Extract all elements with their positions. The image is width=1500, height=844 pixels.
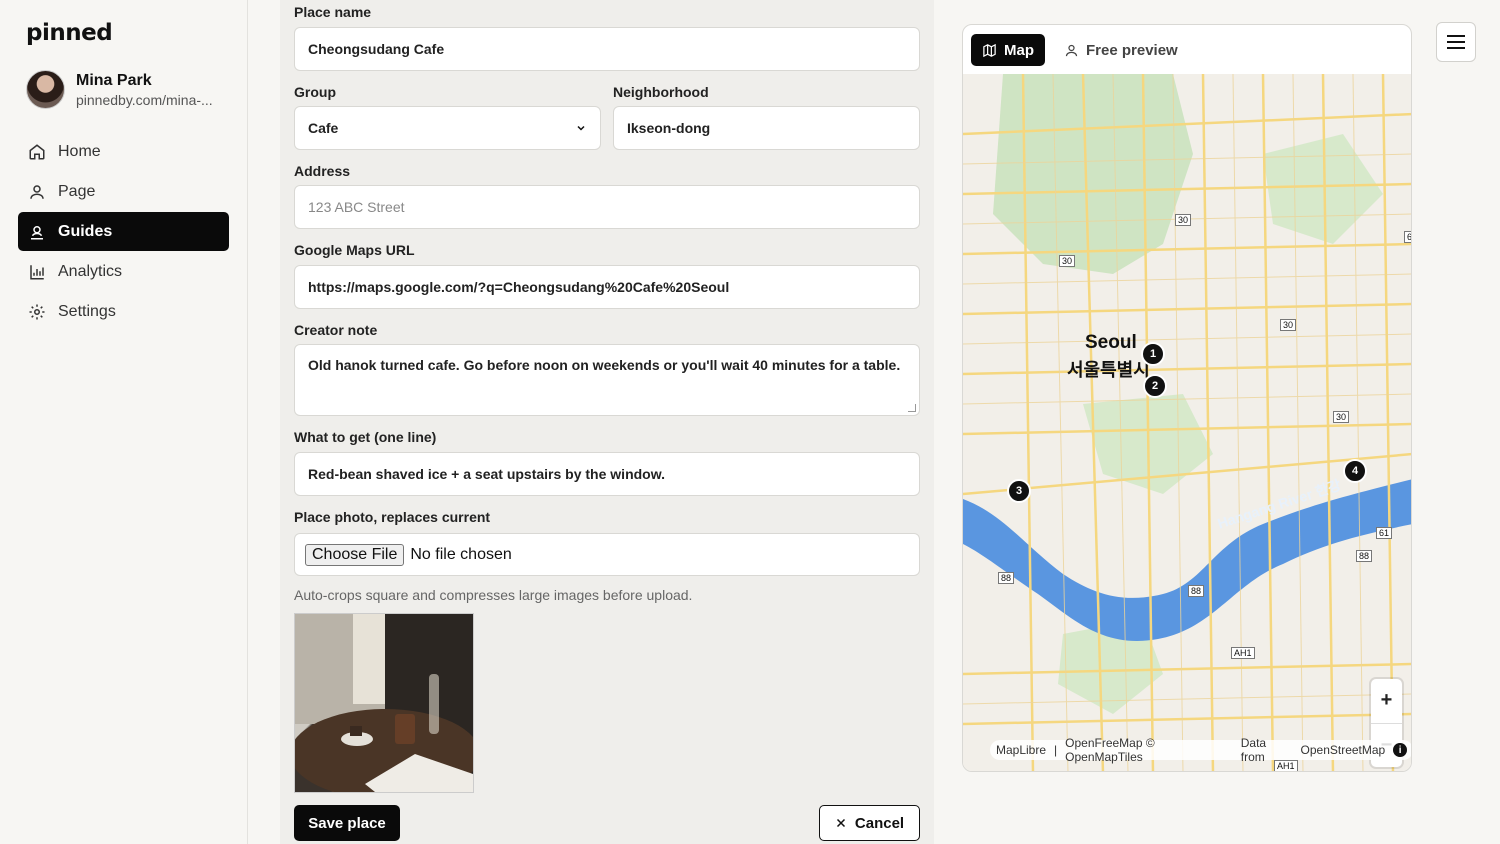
current-place-photo — [294, 613, 474, 793]
creator-note-value: Old hanok turned cafe. Go before noon on… — [308, 357, 901, 373]
city-label-en: Seoul — [1085, 332, 1137, 353]
attribution-separator: | — [1054, 743, 1058, 757]
route-shield: 88 — [1188, 585, 1205, 597]
user-icon — [1065, 44, 1078, 56]
avatar — [26, 70, 65, 109]
profile-name: Mina Park — [76, 71, 152, 89]
save-place-button[interactable]: Save place — [294, 805, 400, 841]
file-status: No file chosen — [410, 545, 512, 563]
group-label: Group — [294, 84, 336, 100]
sidebar-nav: Home Page Guides Analytics Settings — [18, 132, 229, 332]
creator-note-textarea[interactable]: Old hanok turned cafe. Go before noon on… — [294, 344, 920, 416]
place-photo-label: Place photo, replaces current — [294, 509, 491, 525]
route-shield: 30 — [1280, 319, 1297, 331]
route-shield: 30 — [1333, 411, 1350, 423]
chevron-down-icon — [577, 125, 585, 131]
gmaps-url-label: Google Maps URL — [294, 242, 415, 258]
chart-icon — [30, 264, 44, 279]
sidebar: pinned Mina Park pinnedby.com/mina-... H… — [0, 0, 248, 844]
profile[interactable]: Mina Park pinnedby.com/mina-... — [26, 70, 213, 109]
group-select[interactable]: Cafe — [294, 106, 601, 150]
map-tabs: Map Free preview — [971, 34, 1189, 66]
photo-illustration — [295, 614, 473, 792]
tab-free-preview[interactable]: Free preview — [1053, 34, 1189, 66]
map-icon — [983, 43, 996, 57]
route-shield: 88 — [998, 572, 1015, 584]
sidebar-item-label: Settings — [58, 302, 116, 320]
address-input[interactable]: 123 ABC Street — [294, 185, 920, 229]
photo-file-input[interactable]: Choose File No file chosen — [294, 533, 920, 576]
app-logo[interactable]: pinned — [26, 20, 113, 46]
sidebar-item-analytics[interactable]: Analytics — [18, 252, 229, 291]
sidebar-item-home[interactable]: Home — [18, 132, 229, 171]
sidebar-item-label: Home — [58, 142, 101, 160]
route-shield: AH1 — [1231, 647, 1255, 659]
group-select-value: Cafe — [308, 120, 339, 136]
neighborhood-input[interactable]: Ikseon-dong — [613, 106, 920, 150]
zoom-in-button[interactable]: + — [1371, 679, 1402, 724]
route-shield: 30 — [1175, 214, 1192, 226]
what-to-get-label: What to get (one line) — [294, 429, 437, 445]
close-icon — [836, 818, 845, 828]
attribution-maplibre[interactable]: MapLibre — [996, 743, 1046, 757]
map-marker-2[interactable]: 2 — [1143, 374, 1167, 398]
attribution-tiles[interactable]: OpenFreeMap © OpenMapTiles — [1065, 736, 1233, 764]
tab-map-label: Map — [1004, 41, 1034, 59]
info-icon[interactable]: i — [1393, 743, 1407, 757]
sidebar-item-settings[interactable]: Settings — [18, 292, 229, 331]
map-marker-4[interactable]: 4 — [1343, 459, 1367, 483]
gmaps-url-input[interactable]: https://maps.google.com/?q=Cheongsudang%… — [294, 265, 920, 309]
city-label-ko: 서울특별시 — [1067, 360, 1150, 381]
sidebar-item-label: Page — [58, 182, 96, 200]
sidebar-item-guides[interactable]: Guides — [18, 212, 229, 251]
map-tiles — [963, 73, 1411, 771]
user-icon — [30, 184, 44, 199]
resize-handle-icon[interactable] — [908, 404, 916, 412]
route-shield: 61 — [1376, 527, 1393, 539]
route-shield: 30 — [1059, 255, 1076, 267]
address-label: Address — [294, 163, 351, 179]
sidebar-item-page[interactable]: Page — [18, 172, 229, 211]
profile-url: pinnedby.com/mina-... — [76, 91, 213, 108]
map-marker-3[interactable]: 3 — [1007, 479, 1031, 503]
neighborhood-label: Neighborhood — [613, 84, 709, 100]
photo-hint: Auto-crops square and compresses large i… — [294, 587, 693, 603]
map-marker-1[interactable]: 1 — [1141, 342, 1165, 366]
menu-button[interactable] — [1436, 22, 1476, 62]
sidebar-item-label: Guides — [58, 222, 113, 240]
map-card: Map Free preview Seoul 서울특별시 Hangang Riv… — [962, 24, 1412, 772]
attribution-osm[interactable]: OpenStreetMap — [1301, 743, 1386, 757]
what-to-get-input[interactable]: Red-bean shaved ice + a seat upstairs by… — [294, 452, 920, 496]
map-view[interactable]: Seoul 서울특별시 Hangang River 한강 30 30 30 30… — [963, 73, 1411, 771]
tab-free-preview-label: Free preview — [1086, 41, 1178, 59]
attribution-data: Data from — [1240, 736, 1267, 764]
sidebar-item-label: Analytics — [58, 262, 123, 280]
hamburger-icon — [1447, 35, 1465, 49]
place-name-label: Place name — [294, 4, 372, 20]
creator-note-label: Creator note — [294, 322, 378, 338]
cancel-button[interactable]: Cancel — [819, 805, 920, 841]
map-attribution: MapLibre | OpenFreeMap © OpenMapTiles Da… — [990, 736, 1411, 764]
choose-file-button[interactable]: Choose File — [305, 543, 405, 566]
gear-icon — [29, 304, 45, 319]
place-name-input[interactable]: Cheongsudang Cafe — [294, 27, 920, 71]
guide-icon — [31, 225, 43, 239]
route-shield: 88 — [1356, 550, 1373, 562]
route-shield: 6 — [1404, 231, 1411, 243]
tab-map[interactable]: Map — [971, 34, 1045, 66]
home-icon — [29, 143, 45, 159]
place-edit-form: Place name Cheongsudang Cafe Group Cafe … — [280, 0, 934, 844]
cancel-label: Cancel — [854, 814, 905, 832]
